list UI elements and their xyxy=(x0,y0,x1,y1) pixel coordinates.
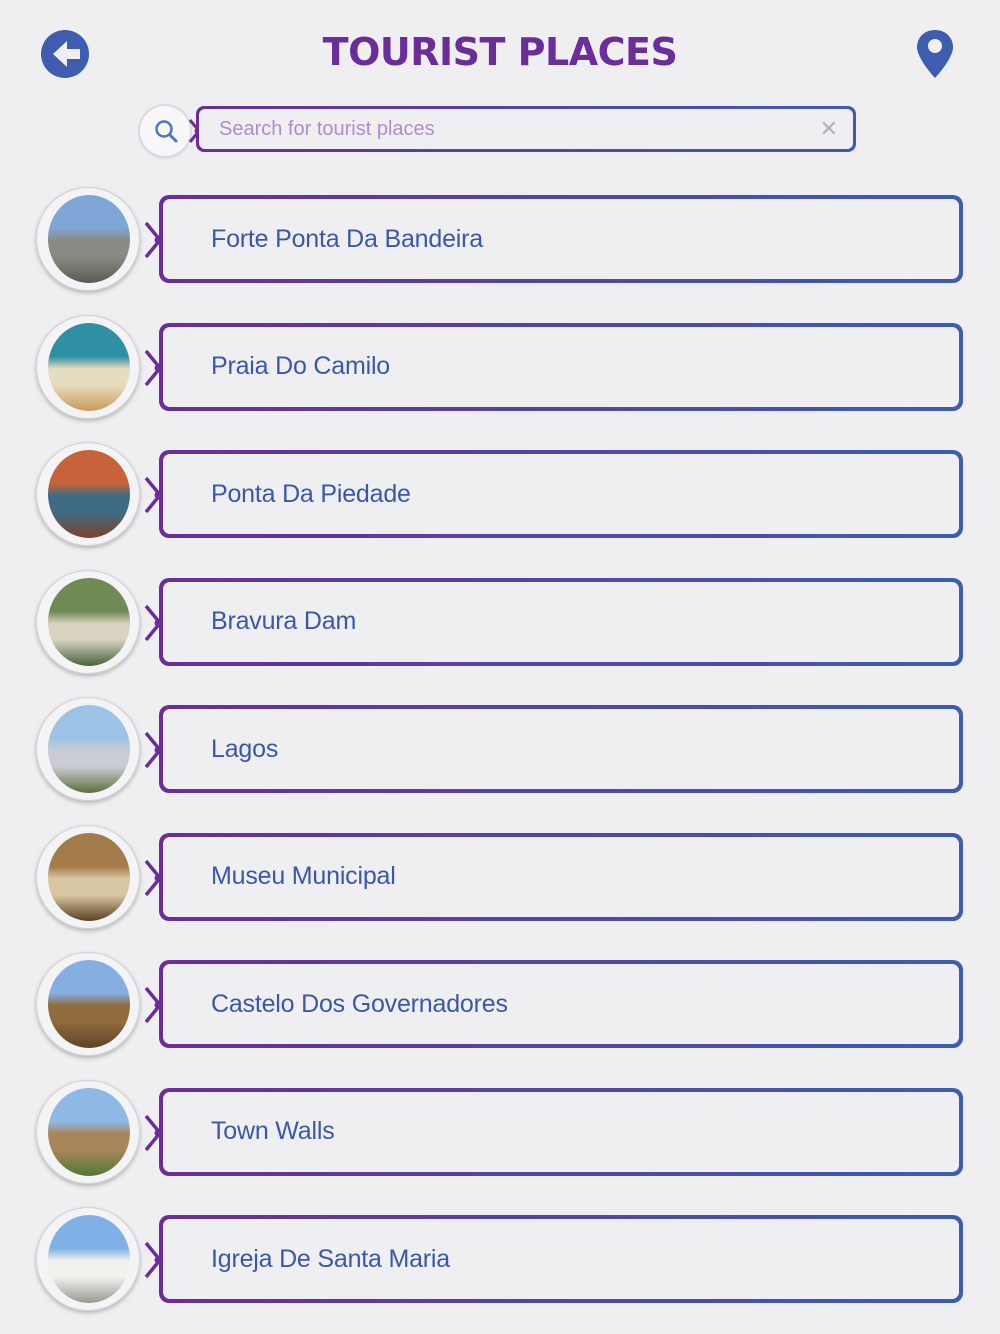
list-item[interactable]: Bravura Dam xyxy=(0,568,1000,678)
place-name: Lagos xyxy=(211,734,279,763)
place-thumbnail xyxy=(48,322,130,411)
place-thumbnail-frame xyxy=(36,442,140,546)
list-item[interactable]: Praia Do Camilo xyxy=(0,313,1000,423)
place-thumbnail xyxy=(48,450,130,538)
app-header: TOURIST PLACES xyxy=(0,0,1000,100)
place-thumbnail xyxy=(48,705,130,793)
place-name: Museu Municipal xyxy=(211,862,396,890)
place-name: Ponta Da Piedade xyxy=(211,479,411,508)
list-item[interactable]: Lagos xyxy=(0,695,1000,805)
list-item[interactable]: Forte Ponta Da Bandeira xyxy=(0,185,1000,295)
place-name: Town Walls xyxy=(211,1117,335,1145)
place-thumbnail xyxy=(48,960,130,1048)
place-thumbnail-frame xyxy=(36,697,140,801)
place-card[interactable]: Museu Municipal xyxy=(159,832,963,921)
place-card[interactable]: Ponta Da Piedade xyxy=(159,450,963,538)
search-icon xyxy=(155,120,178,143)
place-thumbnail-frame xyxy=(36,187,140,291)
place-thumbnail xyxy=(48,832,130,921)
page-title: TOURIST PLACES xyxy=(322,30,678,74)
place-thumbnail-frame xyxy=(36,952,140,1056)
place-name: Bravura Dam xyxy=(211,607,357,635)
place-card[interactable]: Bravura Dam xyxy=(159,577,963,666)
place-thumbnail-frame xyxy=(36,314,140,419)
place-name: Praia Do Camilo xyxy=(211,352,391,380)
close-icon[interactable]: ✕ xyxy=(820,116,838,142)
place-name: Igreja De Santa Maria xyxy=(211,1244,450,1273)
place-card[interactable]: Igreja De Santa Maria xyxy=(159,1215,963,1303)
place-thumbnail-frame xyxy=(36,824,140,929)
search-input[interactable] xyxy=(199,109,853,149)
place-card[interactable]: Forte Ponta Da Bandeira xyxy=(159,195,963,283)
place-card[interactable]: Praia Do Camilo xyxy=(159,322,963,411)
place-name: Castelo Dos Governadores xyxy=(211,989,508,1018)
search-icon-bubble[interactable] xyxy=(140,106,190,156)
place-thumbnail xyxy=(48,1215,130,1303)
search-bar: ✕ xyxy=(140,104,862,158)
list-item[interactable]: Igreja De Santa Maria xyxy=(0,1205,1000,1315)
place-name: Forte Ponta Da Bandeira xyxy=(211,224,483,253)
place-thumbnail-frame xyxy=(36,569,140,674)
list-item[interactable]: Town Walls xyxy=(0,1078,1000,1188)
list-item[interactable]: Museu Municipal xyxy=(0,823,1000,933)
map-pin-icon xyxy=(917,30,953,78)
place-card[interactable]: Town Walls xyxy=(159,1087,963,1176)
place-card[interactable]: Castelo Dos Governadores xyxy=(159,960,963,1048)
list-item[interactable]: Ponta Da Piedade xyxy=(0,440,1000,550)
search-field-border: ✕ xyxy=(196,106,856,152)
place-thumbnail-frame xyxy=(36,1207,140,1311)
place-thumbnail xyxy=(48,1087,130,1176)
place-thumbnail xyxy=(48,195,130,283)
place-thumbnail xyxy=(48,577,130,666)
place-thumbnail-frame xyxy=(36,1079,140,1184)
list-item[interactable]: Castelo Dos Governadores xyxy=(0,950,1000,1060)
place-card[interactable]: Lagos xyxy=(159,705,963,793)
map-button[interactable] xyxy=(914,28,956,80)
